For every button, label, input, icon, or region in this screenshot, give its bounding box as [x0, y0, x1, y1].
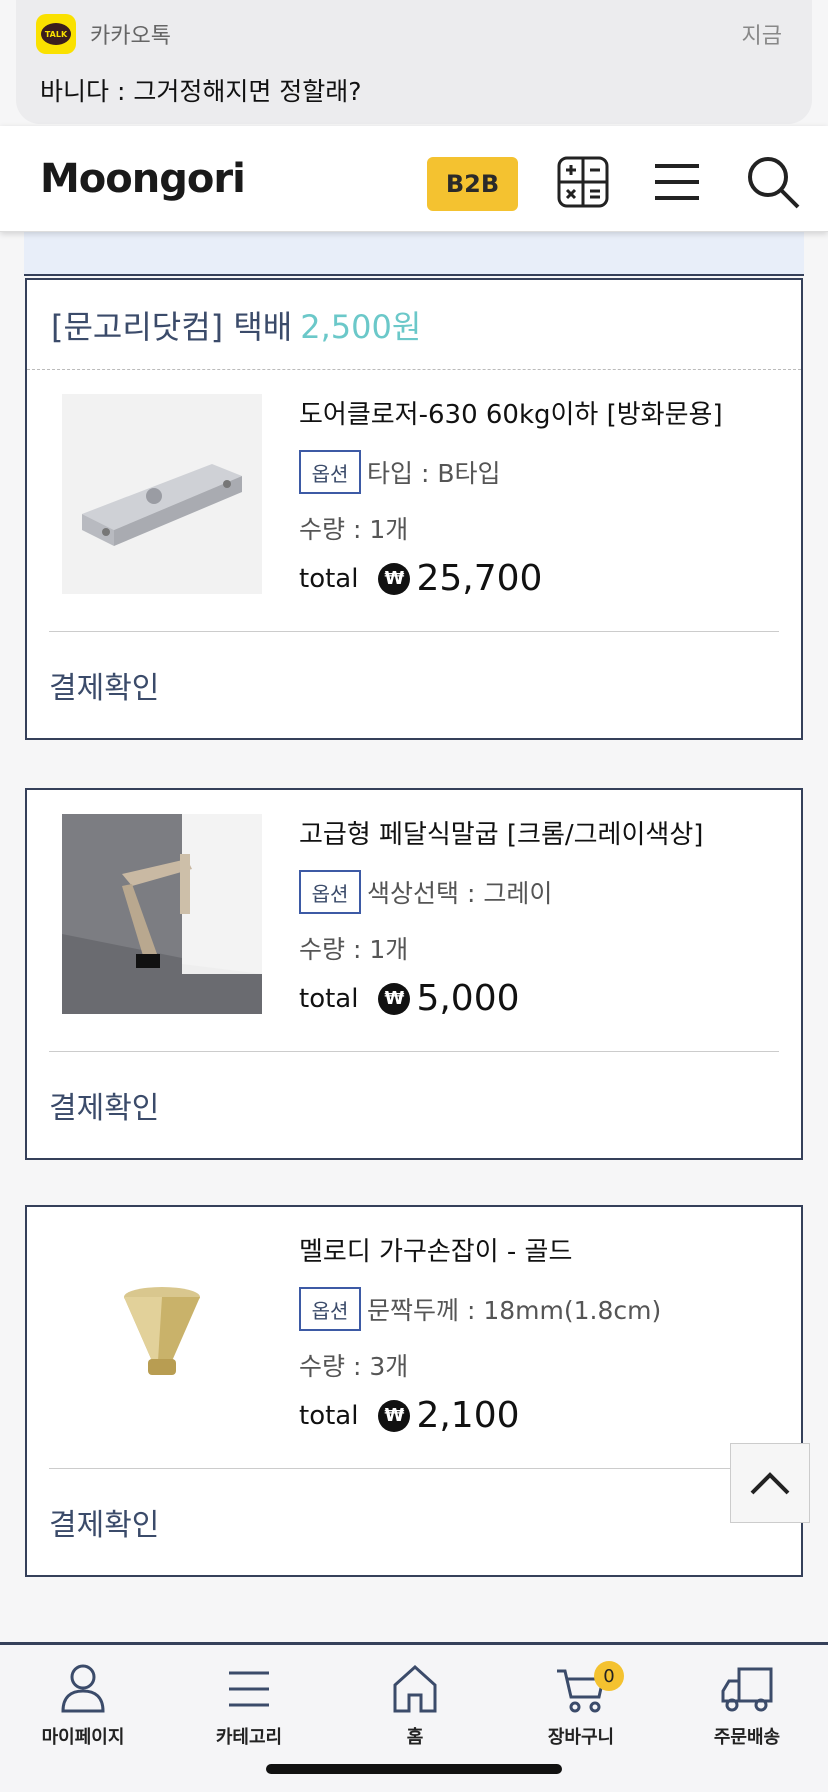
product-quantity: 수량 : 3개: [299, 1352, 409, 1381]
truck-icon: [721, 1667, 773, 1712]
nav-label: 홈: [406, 1727, 424, 1748]
won-icon: ₩: [378, 982, 411, 1015]
site-logo[interactable]: Moongori: [40, 156, 246, 202]
menu-icon: [229, 1671, 269, 1707]
payment-confirm-button[interactable]: 결제확인: [27, 1052, 801, 1158]
option-badge: 옵션: [299, 1287, 361, 1331]
product-image-gold-knob[interactable]: [62, 1231, 262, 1431]
option-text: 타입 : B타입: [367, 459, 501, 488]
option-badge: 옵션: [299, 870, 361, 914]
calculator-icon[interactable]: [555, 154, 611, 210]
won-icon: ₩: [378, 562, 411, 595]
product-total: total ₩ 2,100: [299, 1395, 520, 1436]
seller-shipping-header: [문고리닷컴] 택배 2,500원: [27, 280, 801, 370]
product-option: 옵션 색상선택 : 그레이: [299, 870, 552, 914]
b2b-button[interactable]: B2B: [427, 157, 518, 211]
notification-app-name: 카카오톡: [90, 24, 171, 49]
nav-item-category[interactable]: 카테고리: [166, 1663, 332, 1749]
total-label: total: [299, 1400, 359, 1431]
home-icon: [393, 1664, 437, 1713]
cart-count-badge: 0: [594, 1661, 624, 1691]
product-image-door-closer[interactable]: [62, 394, 262, 594]
total-price: 5,000: [416, 978, 520, 1019]
user-icon: [61, 1664, 105, 1713]
scroll-to-top-button[interactable]: [730, 1443, 810, 1523]
kakaotalk-app-icon: TALK: [36, 14, 76, 54]
talk-bubble-icon: TALK: [41, 23, 71, 45]
order-group-card: [문고리닷컴] 택배 2,500원 도어클로저-630 60kg이하 [방화문용…: [25, 278, 803, 740]
option-badge: 옵션: [299, 450, 361, 494]
nav-item-order-delivery[interactable]: 주문배송: [664, 1663, 828, 1749]
search-icon[interactable]: [745, 154, 801, 210]
total-price: 25,700: [416, 558, 543, 599]
total-label: total: [299, 563, 359, 594]
home-indicator[interactable]: [266, 1764, 562, 1774]
option-text: 색상선택 : 그레이: [367, 879, 553, 908]
product-total: total ₩ 25,700: [299, 558, 542, 599]
product-total: total ₩ 5,000: [299, 978, 520, 1019]
order-group-card: 고급형 페달식말굽 [크롬/그레이색상] 옵션 색상선택 : 그레이 수량 : …: [25, 788, 803, 1160]
order-item: 도어클로저-630 60kg이하 [방화문용] 옵션 타입 : B타입 수량 :…: [27, 370, 801, 632]
won-icon: ₩: [378, 1399, 411, 1432]
divider: [49, 631, 779, 632]
product-option: 옵션 타입 : B타입: [299, 450, 500, 494]
notification-banner[interactable]: TALK 카카오톡 지금 바니다 : 그거정해지면 정할래?: [16, 0, 812, 124]
product-name[interactable]: 멜로디 가구손잡이 - 골드: [299, 1231, 572, 1268]
shipping-fee: 2,500원: [300, 307, 422, 346]
notification-time: 지금: [741, 24, 782, 49]
nav-item-cart[interactable]: 0 장바구니: [498, 1661, 664, 1749]
nav-label: 카테고리: [215, 1727, 283, 1748]
total-label: total: [299, 983, 359, 1014]
order-item: 멜로디 가구손잡이 - 골드 옵션 문짝두께 : 18mm(1.8cm) 수량 …: [27, 1207, 801, 1469]
option-text: 문짝두께 : 18mm(1.8cm): [367, 1296, 662, 1325]
product-image-door-stopper[interactable]: [62, 814, 262, 1014]
nav-label: 장바구니: [547, 1727, 615, 1748]
product-quantity: 수량 : 1개: [299, 935, 409, 964]
chevron-up-icon: [750, 1472, 790, 1495]
product-quantity: 수량 : 1개: [299, 515, 409, 544]
divider: [49, 1468, 779, 1469]
menu-icon[interactable]: [652, 154, 708, 210]
product-name[interactable]: 도어클로저-630 60kg이하 [방화문용]: [299, 394, 723, 431]
nav-label: 마이페이지: [41, 1727, 125, 1748]
nav-item-mypage[interactable]: 마이페이지: [0, 1663, 166, 1749]
divider: [49, 1051, 779, 1052]
nav-label: 주문배송: [713, 1727, 781, 1748]
notification-message: 바니다 : 그거정해지면 정할래?: [40, 77, 362, 106]
total-price: 2,100: [416, 1395, 520, 1436]
payment-confirm-button[interactable]: 결제확인: [27, 632, 801, 738]
order-item: 고급형 페달식말굽 [크롬/그레이색상] 옵션 색상선택 : 그레이 수량 : …: [27, 790, 801, 1052]
product-option: 옵션 문짝두께 : 18mm(1.8cm): [299, 1287, 661, 1331]
product-name[interactable]: 고급형 페달식말굽 [크롬/그레이색상]: [299, 814, 703, 851]
site-header: Moongori B2B: [0, 126, 828, 232]
nav-item-home[interactable]: 홈: [332, 1663, 498, 1749]
order-section-header-strip: [24, 228, 804, 276]
order-group-card: 멜로디 가구손잡이 - 골드 옵션 문짝두께 : 18mm(1.8cm) 수량 …: [25, 1205, 803, 1577]
seller-name: [문고리닷컴] 택배: [51, 307, 293, 346]
payment-confirm-button[interactable]: 결제확인: [27, 1469, 801, 1575]
